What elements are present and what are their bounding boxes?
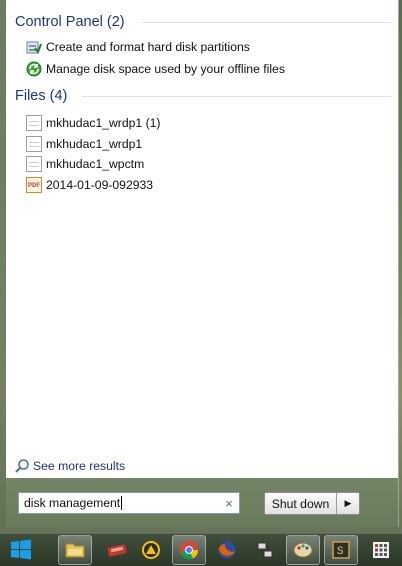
network-app-icon[interactable] [248, 535, 282, 565]
terminal-icon[interactable]: S [324, 535, 358, 565]
yellow-triangle-app-icon[interactable] [134, 535, 168, 565]
sync-center-icon [26, 61, 42, 77]
paint-icon[interactable] [286, 535, 320, 565]
group-divider [82, 96, 391, 97]
search-results-panel: Control Panel (2) Create and format hard… [6, 0, 398, 478]
see-more-label: See more results [33, 459, 126, 473]
result-label: mkhudac1_wrdp1 (1) [46, 116, 161, 130]
search-input-text[interactable]: disk management [19, 496, 219, 511]
result-file-wpctm[interactable]: mkhudac1_wpctm [26, 154, 144, 174]
document-icon [26, 156, 42, 172]
result-manage-offline-files[interactable]: Manage disk space used by your offline f… [26, 59, 285, 79]
grid-app-icon[interactable] [364, 535, 398, 565]
chrome-icon[interactable] [172, 535, 206, 565]
svg-text:S: S [337, 546, 344, 558]
result-label: mkhudac1_wrdp1 [46, 137, 143, 151]
shutdown-button-group: Shut down ▶ [264, 492, 360, 515]
see-more-results-link[interactable]: See more results [14, 456, 125, 476]
document-icon [26, 136, 42, 152]
text-caret [121, 496, 123, 511]
group-header-control-panel[interactable]: Control Panel (2) [15, 12, 125, 32]
disk-management-icon [26, 39, 42, 55]
taskbar: S [0, 533, 402, 566]
result-label: Create and format hard disk partitions [46, 40, 250, 54]
shutdown-options-arrow-icon[interactable]: ▶ [337, 493, 359, 514]
result-label: mkhudac1_wpctm [46, 157, 145, 171]
start-menu: Control Panel (2) Create and format hard… [0, 0, 399, 527]
firefox-icon[interactable] [210, 535, 244, 565]
shutdown-button[interactable]: Shut down [265, 493, 337, 514]
result-file-wrdp1[interactable]: mkhudac1_wrdp1 [26, 134, 142, 154]
pdf-icon: PDF [26, 177, 42, 193]
result-label: 2014-01-09-092933 [46, 178, 154, 192]
result-create-format-partitions[interactable]: Create and format hard disk partitions [26, 37, 250, 57]
search-icon [14, 458, 30, 474]
result-file-pdf[interactable]: PDF 2014-01-09-092933 [26, 175, 153, 195]
result-file-wrdp1-copy[interactable]: mkhudac1_wrdp1 (1) [26, 113, 160, 133]
red-app-icon[interactable] [100, 535, 134, 565]
group-divider [141, 22, 391, 23]
group-header-files[interactable]: Files (4) [15, 86, 67, 106]
file-explorer-icon[interactable] [58, 535, 92, 565]
document-icon [26, 115, 42, 131]
clear-search-icon[interactable]: × [219, 496, 239, 511]
result-label: Manage disk space used by your offline f… [46, 62, 285, 76]
windows-start-icon[interactable] [4, 535, 38, 565]
start-search-input[interactable]: disk management × [18, 492, 240, 514]
